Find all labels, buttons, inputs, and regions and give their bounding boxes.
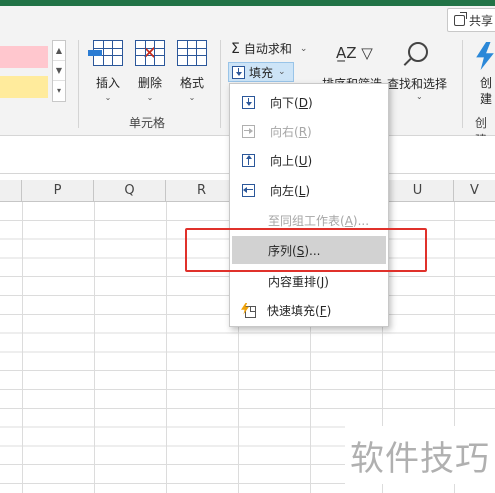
menu-item-label: 向左 [270, 183, 295, 198]
insert-button[interactable]: 插入 ⌄ [88, 40, 128, 102]
menu-item-fill-down[interactable]: 向下(D) [230, 88, 388, 116]
menu-item-label: 内容重排 [268, 274, 317, 289]
styles-gallery-scroll[interactable]: ▲ ▼ ▾ [52, 40, 66, 102]
fill-button[interactable]: 填充 ⌄ [228, 62, 294, 82]
menu-item-accesskey: L [298, 183, 306, 198]
autosum-button[interactable]: Σ 自动求和 ⌄ [231, 40, 307, 57]
menu-item-label: 向右 [270, 124, 295, 139]
menu-item-label: 向下 [270, 95, 295, 110]
fill-up-icon [242, 153, 255, 167]
sigma-icon: Σ [231, 40, 240, 57]
menu-item-accesskey: J [320, 274, 325, 289]
grid-line [22, 202, 23, 493]
column-header-u[interactable]: U [382, 180, 454, 202]
menu-item-accesskey: U [298, 153, 308, 168]
delete-cells-icon: ✕ [135, 40, 165, 66]
column-header-partial[interactable] [0, 180, 22, 202]
cells-group-label: 单元格 [129, 116, 166, 130]
find-select-icon[interactable] [408, 42, 428, 62]
menu-item-fill-right[interactable]: 向右(R) [230, 117, 388, 145]
chevron-down-icon[interactable]: ▼ [53, 61, 65, 81]
highlight-callout-box [185, 228, 427, 272]
column-header-p[interactable]: P [22, 180, 94, 202]
chevron-down-icon: ⌄ [104, 93, 112, 102]
share-button[interactable]: 共享 [447, 8, 495, 32]
insert-label: 插入 [95, 76, 120, 90]
fill-label: 填充 [249, 65, 274, 80]
fill-down-icon [232, 65, 245, 79]
chevron-down-icon: ⌄ [299, 43, 308, 54]
create-button-label[interactable]: 创建 [480, 75, 495, 107]
flash-fill-icon [241, 302, 256, 318]
group-divider [220, 40, 221, 128]
menu-item-accesskey: R [298, 124, 308, 139]
group-divider [78, 40, 79, 128]
sort-filter-icon[interactable]: A̲Z ▽ [336, 44, 373, 62]
column-header-r[interactable]: R [166, 180, 238, 202]
column-header-q[interactable]: Q [94, 180, 166, 202]
cell-style-bad-swatch[interactable] [0, 46, 48, 68]
column-header-v[interactable]: V [454, 180, 495, 202]
chevron-up-icon[interactable]: ▲ [53, 41, 65, 61]
chevron-down-icon: ⌄ [416, 92, 423, 101]
menu-item-flash-fill[interactable]: 快速填充(F) [230, 296, 388, 324]
menu-item-accesskey: D [298, 95, 308, 110]
menu-item-fill-left[interactable]: 向左(L) [230, 176, 388, 204]
gallery-more-icon[interactable]: ▾ [53, 81, 65, 101]
grid-line [94, 202, 95, 493]
menu-item-label: 向上 [270, 153, 295, 168]
autosum-label: 自动求和 [243, 42, 292, 56]
format-button[interactable]: 格式 ⌄ [172, 40, 212, 102]
menu-item-accesskey: F [319, 303, 327, 318]
group-divider [462, 40, 463, 128]
watermark: 软件技巧 [345, 426, 495, 484]
menu-item-ellipsis: ... [357, 213, 370, 228]
share-label: 共享 [469, 13, 494, 28]
find-select-label[interactable]: 查找和选择 [387, 75, 447, 92]
chevron-down-icon: ⌄ [278, 67, 286, 77]
delete-label: 删除 [137, 76, 162, 90]
menu-item-accesskey: A [344, 213, 353, 228]
grid-line [166, 202, 167, 493]
fill-right-icon [242, 124, 255, 138]
share-icon [454, 11, 467, 26]
insert-cells-icon [88, 40, 123, 66]
cell-style-neutral-swatch[interactable] [0, 76, 48, 98]
chevron-down-icon: ⌄ [146, 93, 154, 102]
menu-item-label: 至同组工作表 [268, 213, 341, 228]
format-cells-icon [177, 40, 207, 66]
fill-left-icon [242, 183, 255, 197]
fill-down-icon [242, 95, 255, 109]
menu-item-fill-up[interactable]: 向上(U) [230, 146, 388, 174]
menu-item-label: 快速填充 [267, 303, 316, 318]
fill-dropdown-menu: 向下(D) 向右(R) 向上(U) 向左(L) 至同组工作表(A)... 序列(… [229, 83, 389, 327]
delete-button[interactable]: ✕ 删除 ⌄ [130, 40, 170, 102]
format-label: 格式 [179, 76, 204, 90]
chevron-down-icon: ⌄ [188, 93, 196, 102]
